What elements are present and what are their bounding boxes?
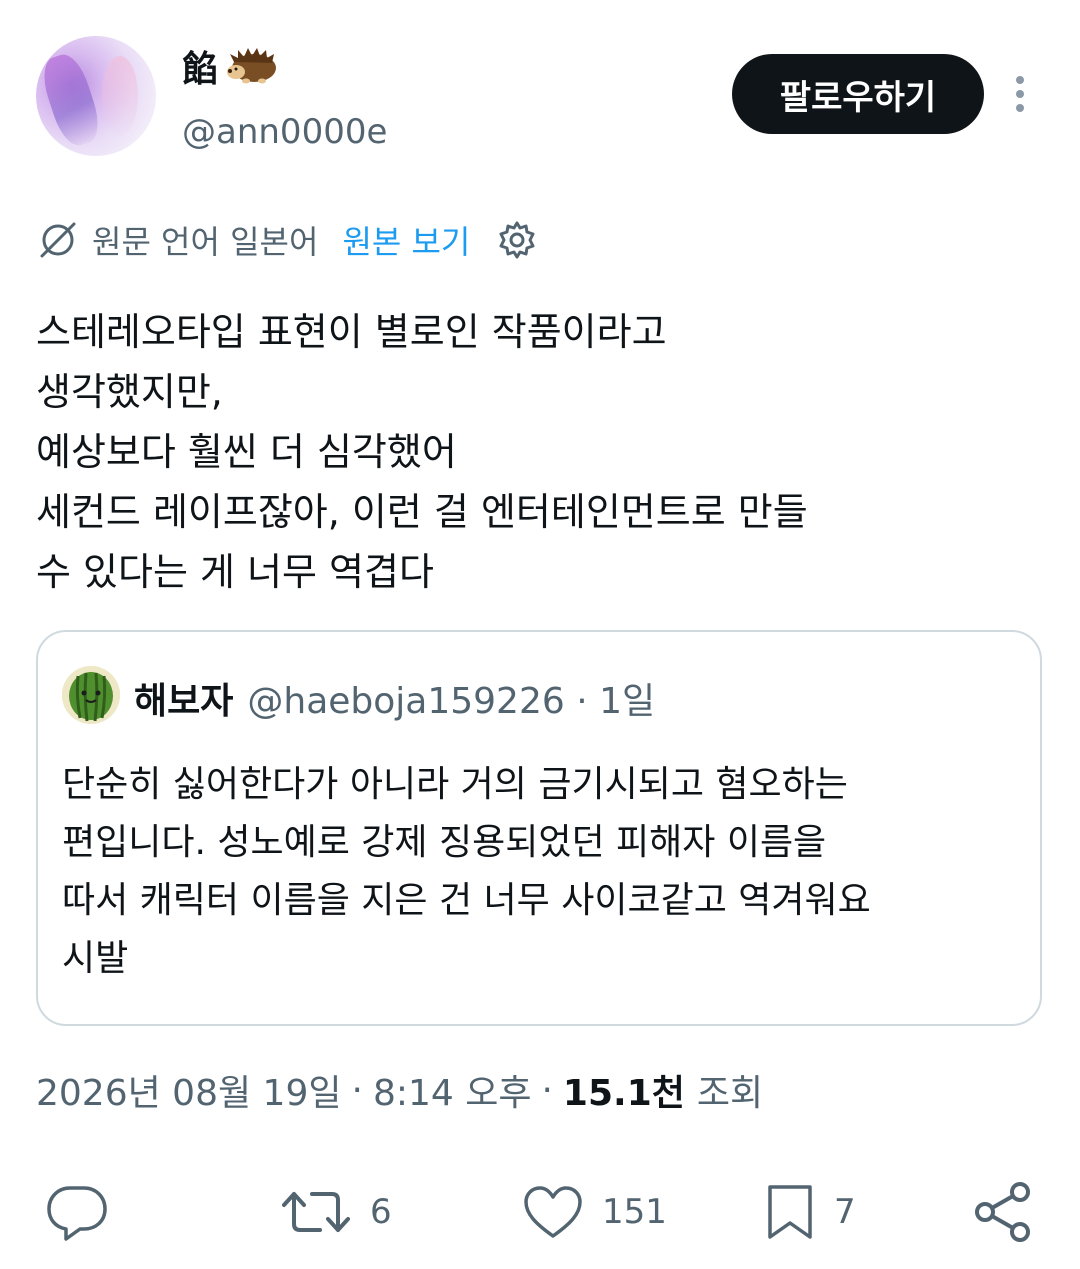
share-icon: [975, 1182, 1030, 1242]
quoted-header: 해보자 @haeboja159226 · 1일: [134, 672, 655, 724]
retweet-button[interactable]: 6: [280, 1172, 392, 1252]
tweet-date[interactable]: 2026년 08월 19일: [36, 1064, 341, 1116]
views-count[interactable]: 15.1천: [563, 1064, 685, 1116]
reply-icon: [47, 1186, 107, 1241]
quoted-author-handle: @haeboja159226 · 1일: [247, 681, 656, 722]
tweet-time[interactable]: 8:14 오후: [373, 1064, 532, 1116]
quoted-text: 단순히 싫어한다가 아니라 거의 금기시되고 혐오하는 편입니다. 성노예로 강…: [62, 756, 1022, 988]
gear-icon[interactable]: [496, 219, 538, 261]
avatar-art-streak: [36, 49, 106, 151]
retweet-icon: [282, 1192, 350, 1232]
quoted-line: 편입니다. 성노예로 강제 징용되었던 피해자 이름을: [62, 822, 827, 863]
quoted-line: 시발: [62, 938, 129, 979]
watermelon-avatar-icon: [62, 666, 120, 724]
view-original-link[interactable]: 원본 보기: [342, 217, 470, 263]
hedgehog-icon: [227, 48, 277, 84]
retweet-count: 6: [370, 1192, 392, 1232]
translation-bar: 원문 언어 일본어 원본 보기: [36, 212, 538, 268]
author-handle[interactable]: @ann0000e: [182, 112, 387, 152]
quoted-author-name[interactable]: 해보자: [134, 672, 233, 724]
like-button[interactable]: 151: [522, 1172, 667, 1252]
tweet-line: 예상보다 훨씬 더 심각했어: [36, 430, 457, 474]
author-name-text: 餡: [182, 49, 219, 90]
separator-dot: ·: [541, 1069, 553, 1111]
more-options-icon[interactable]: [1004, 72, 1036, 116]
translate-globe-icon: [40, 222, 76, 258]
heart-icon: [524, 1186, 582, 1238]
quoted-tweet[interactable]: 해보자 @haeboja159226 · 1일 단순히 싫어한다가 아니라 거의…: [36, 630, 1042, 1026]
bookmark-icon: [768, 1185, 812, 1239]
follow-button[interactable]: 팔로우하기: [732, 54, 984, 134]
views-label: 조회: [696, 1073, 764, 1114]
quoted-line: 단순히 싫어한다가 아니라 거의 금기시되고 혐오하는: [62, 764, 848, 805]
tweet-line: 수 있다는 게 너무 역겹다: [36, 550, 434, 594]
quoted-line: 따서 캐릭터 이름을 지은 건 너무 사이코같고 역겨워요: [62, 880, 871, 921]
reply-button[interactable]: [44, 1172, 110, 1252]
tweet-line: 생각했지만,: [36, 370, 223, 414]
tweet-line: 스테레오타입 표현이 별로인 작품이라고: [36, 310, 667, 354]
action-bar: 6 151 7: [0, 1172, 1080, 1252]
translation-source-label: 원문 언어 일본어: [92, 223, 319, 261]
separator-dot: ·: [351, 1069, 363, 1111]
like-count: 151: [602, 1192, 667, 1232]
share-button[interactable]: [970, 1172, 1036, 1252]
author-avatar[interactable]: [36, 36, 156, 156]
bookmark-count: 7: [834, 1192, 856, 1232]
quoted-author-avatar[interactable]: [62, 666, 120, 724]
tweet-metadata: 2026년 08월 19일 · 8:14 오후 · 15.1천 조회: [36, 1064, 763, 1116]
bookmark-button[interactable]: 7: [764, 1172, 856, 1252]
avatar-art-glow: [102, 56, 138, 136]
author-name[interactable]: 餡: [182, 40, 280, 92]
tweet-line: 세컨드 레이프잖아, 이런 걸 엔터테인먼트로 만들: [36, 490, 808, 534]
tweet-text: 스테레오타입 표현이 별로인 작품이라고 생각했지만, 예상보다 훨씬 더 심각…: [36, 302, 1046, 602]
